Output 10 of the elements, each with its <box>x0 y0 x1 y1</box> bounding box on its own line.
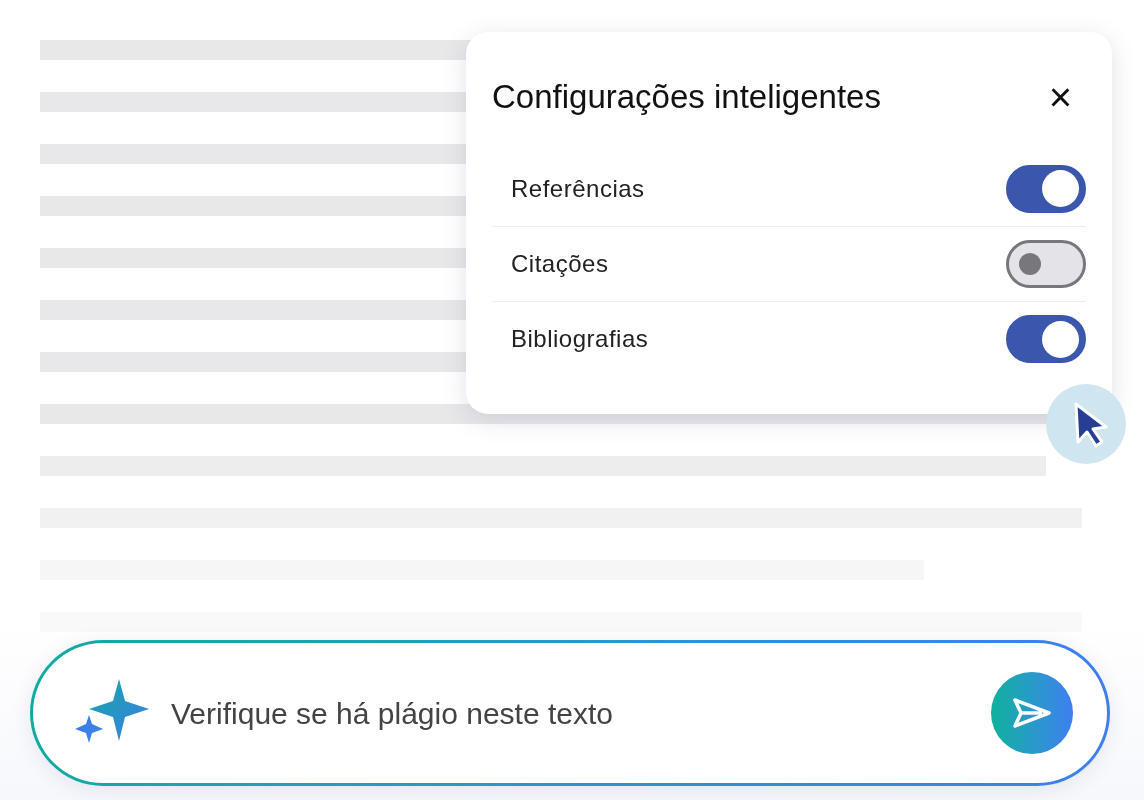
option-label: Referências <box>511 173 645 204</box>
panel-title: Configurações inteligentes <box>492 77 881 117</box>
toggle-switch[interactable] <box>1006 315 1086 363</box>
send-icon <box>1012 697 1052 729</box>
toggle-switch[interactable] <box>1006 164 1086 213</box>
prompt-field[interactable]: Verifique se há plágio neste texto <box>30 640 1110 786</box>
close-button[interactable]: × <box>1048 76 1072 117</box>
option-label: Bibliografias <box>511 324 649 354</box>
toggle-switch[interactable] <box>1006 239 1086 288</box>
option-label: Citações <box>511 248 609 279</box>
